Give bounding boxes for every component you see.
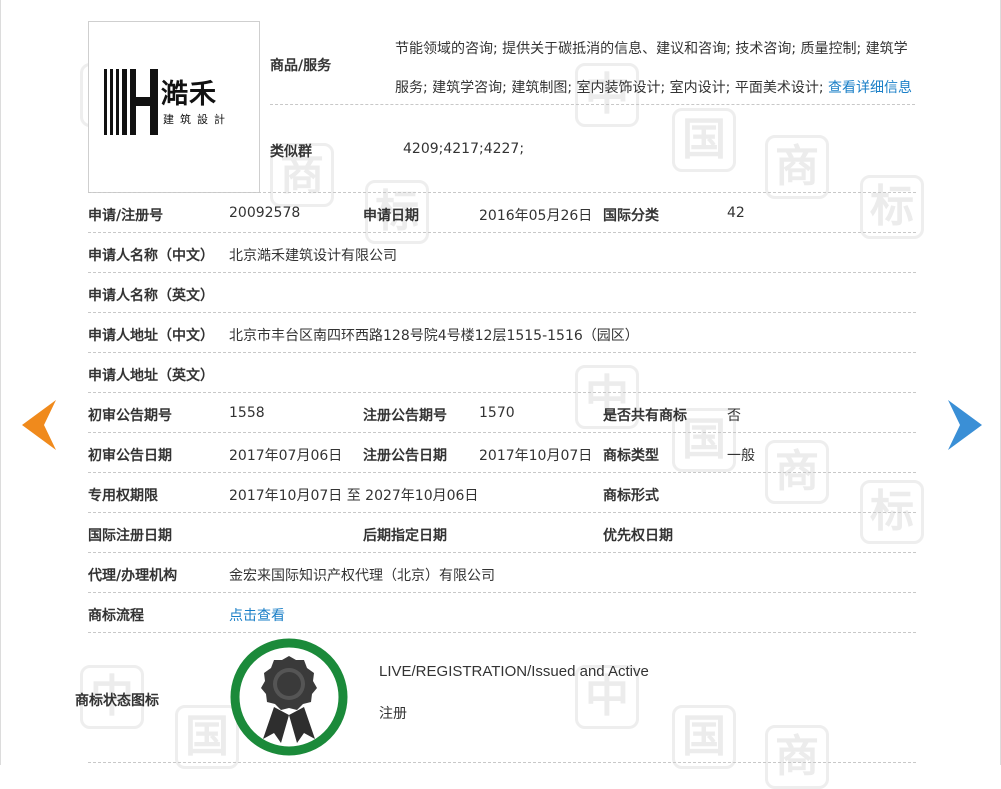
goods-services-text: 节能领域的咨询; 提供关于碳抵消的信息、建议和咨询; 技术咨询; 质量控制; 建… <box>395 30 920 108</box>
exclusive-value: 2017年10月07日 至 2027年10月06日 <box>229 488 479 504</box>
applicant-en-label: 申请人名称（英文） <box>88 288 214 304</box>
reg-no-value: 20092578 <box>229 205 301 221</box>
view-details-link[interactable]: 查看详细信息 <box>828 80 912 96</box>
divider <box>88 352 916 353</box>
left-arrow-icon[interactable] <box>22 400 56 450</box>
similar-group-label: 类似群 <box>270 144 312 160</box>
divider <box>270 104 915 105</box>
similar-group-value: 4209;4217;4227; <box>403 141 525 157</box>
watermark-glyph: 商 <box>765 135 829 199</box>
divider <box>88 432 916 433</box>
watermark-glyph: 标 <box>860 175 924 239</box>
prelim-no-value: 1558 <box>229 405 265 421</box>
divider <box>88 312 916 313</box>
address-cn-label: 申请人地址（中文） <box>88 328 214 344</box>
app-date-label: 申请日期 <box>363 208 419 224</box>
divider <box>88 232 916 233</box>
reg-ann-date-label: 注册公告日期 <box>363 448 447 464</box>
watermark-glyph: 国 <box>672 108 736 172</box>
trademark-logo-subtitle: 建筑設計 <box>163 113 231 126</box>
frame-left <box>0 0 1 765</box>
trademark-image[interactable]: 澔禾 建筑設計 <box>88 21 260 193</box>
tm-form-label: 商标形式 <box>603 488 659 504</box>
divider <box>88 192 916 193</box>
intl-class-label: 国际分类 <box>603 208 659 224</box>
divider <box>88 392 916 393</box>
agent-label: 代理/办理机构 <box>88 568 178 584</box>
status-english: LIVE/REGISTRATION/Issued and Active <box>379 663 649 680</box>
reg-ann-date-value: 2017年10月07日 <box>479 448 593 464</box>
divider <box>88 472 916 473</box>
reg-ann-no-value: 1570 <box>479 405 515 421</box>
divider <box>88 762 916 763</box>
watermark-glyph: 商 <box>765 725 829 789</box>
intl-reg-date-label: 国际注册日期 <box>88 528 172 544</box>
address-en-label: 申请人地址（英文） <box>88 368 214 384</box>
status-label: 商标状态图标 <box>75 693 159 709</box>
trademark-logo-text: 澔禾 <box>161 79 217 110</box>
prelim-date-value: 2017年07月06日 <box>229 448 343 464</box>
reg-no-label: 申请/注册号 <box>88 208 164 224</box>
address-cn-value: 北京市丰台区南四环西路128号院4号楼12层1515-1516（园区） <box>229 328 639 344</box>
goods-services-label: 商品/服务 <box>270 58 332 74</box>
later-date-label: 后期指定日期 <box>363 528 447 544</box>
divider <box>88 272 916 273</box>
trademark-logo-mark <box>104 69 158 135</box>
applicant-cn-label: 申请人名称（中文） <box>88 248 214 264</box>
priority-date-label: 优先权日期 <box>603 528 673 544</box>
prelim-date-label: 初审公告日期 <box>88 448 172 464</box>
shared-value: 否 <box>727 408 741 424</box>
tm-type-label: 商标类型 <box>603 448 659 464</box>
prelim-no-label: 初审公告期号 <box>88 408 172 424</box>
exclusive-label: 专用权期限 <box>88 488 158 504</box>
right-arrow-icon[interactable] <box>948 400 982 450</box>
shared-label: 是否共有商标 <box>603 408 687 424</box>
divider <box>88 632 916 633</box>
tm-type-value: 一般 <box>727 448 755 464</box>
applicant-cn-value: 北京澔禾建筑设计有限公司 <box>229 248 397 264</box>
app-date-value: 2016年05月26日 <box>479 208 593 224</box>
watermark-glyph: 国 <box>672 705 736 769</box>
process-label: 商标流程 <box>88 608 144 624</box>
process-view-link[interactable]: 点击查看 <box>229 605 285 625</box>
divider <box>88 552 916 553</box>
status-chinese: 注册 <box>379 706 407 722</box>
reg-ann-no-label: 注册公告期号 <box>363 408 447 424</box>
agent-value: 金宏来国际知识产权代理（北京）有限公司 <box>229 568 495 584</box>
divider <box>88 512 916 513</box>
intl-class-value: 42 <box>727 205 745 221</box>
divider <box>88 592 916 593</box>
award-ribbon-icon <box>230 638 348 756</box>
